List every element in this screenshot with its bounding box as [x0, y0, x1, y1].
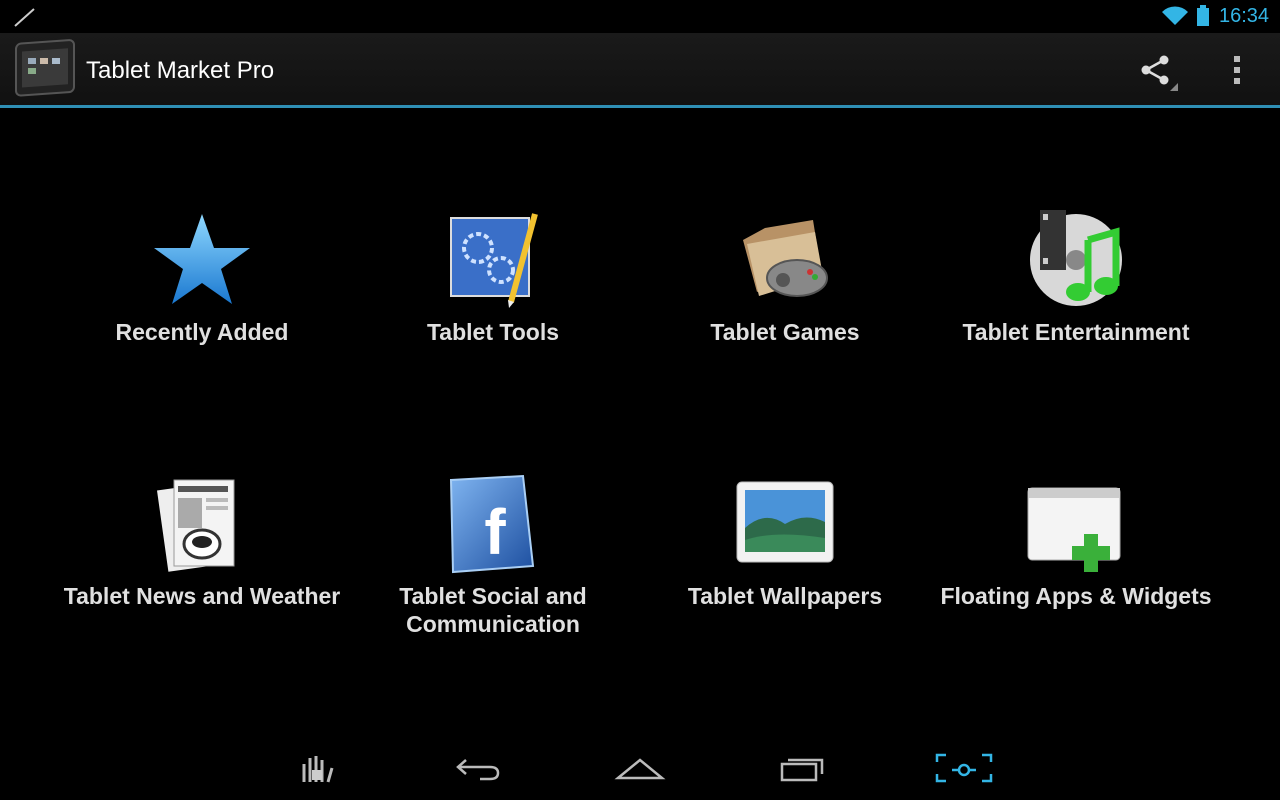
category-recently-added[interactable]: Recently Added	[57, 210, 347, 430]
star-icon	[152, 210, 252, 310]
category-label: Tablet Wallpapers	[687, 583, 883, 609]
screenshot-icon[interactable]	[934, 752, 994, 789]
navigation-bar	[0, 736, 1280, 800]
category-label: Tablet Entertainment	[962, 319, 1190, 345]
pen-icon	[12, 5, 38, 34]
svg-text:f: f	[484, 496, 506, 568]
folder-gamepad-icon	[735, 210, 835, 310]
tablet-icon[interactable]	[14, 38, 78, 105]
category-label: Tablet Social and Communication	[399, 583, 587, 637]
overflow-menu-button[interactable]	[1222, 53, 1252, 93]
newspaper-icon	[152, 474, 252, 574]
share-icon	[1136, 55, 1180, 97]
app-title: Tablet Market Pro	[86, 57, 275, 84]
category-label: Tablet News and Weather	[63, 583, 341, 609]
battery-icon	[1196, 5, 1210, 32]
category-tablet-games[interactable]: Tablet Games	[640, 210, 930, 430]
clock: 16:34	[1219, 5, 1270, 27]
overflow-menu-icon	[1222, 56, 1252, 97]
category-tablet-tools[interactable]: Tablet Tools	[348, 210, 638, 430]
action-bar: Tablet Market Pro	[0, 33, 1280, 108]
category-tablet-wallpapers[interactable]: Tablet Wallpapers	[640, 474, 930, 694]
status-bar: 16:34	[0, 0, 1280, 33]
category-label: Tablet Tools	[426, 319, 560, 345]
category-tablet-social-and-communication[interactable]: f Tablet Social and Communication	[348, 474, 638, 694]
wifi-icon	[1160, 5, 1190, 32]
window-add-icon	[1026, 474, 1126, 574]
category-label: Floating Apps & Widgets	[940, 583, 1212, 609]
facebook-icon: f	[443, 474, 543, 574]
category-label: Tablet Games	[710, 319, 860, 345]
music-cd-icon	[1026, 210, 1126, 310]
landscape-picture-icon	[735, 474, 835, 574]
back-icon[interactable]	[454, 752, 502, 789]
blueprint-gears-icon	[443, 210, 543, 310]
category-label: Recently Added	[115, 319, 289, 345]
category-tablet-news-and-weather[interactable]: Tablet News and Weather	[57, 474, 347, 694]
category-grid: Recently Added Tablet Tools Tablet Games	[0, 108, 1280, 728]
recent-apps-icon[interactable]	[778, 752, 830, 789]
category-tablet-entertainment[interactable]: Tablet Entertainment	[931, 210, 1221, 430]
home-icon[interactable]	[614, 752, 666, 789]
share-button[interactable]	[1136, 53, 1180, 93]
category-floating-apps-and-widgets[interactable]: Floating Apps & Widgets	[931, 474, 1221, 694]
gesture-lock-icon[interactable]	[296, 752, 338, 789]
